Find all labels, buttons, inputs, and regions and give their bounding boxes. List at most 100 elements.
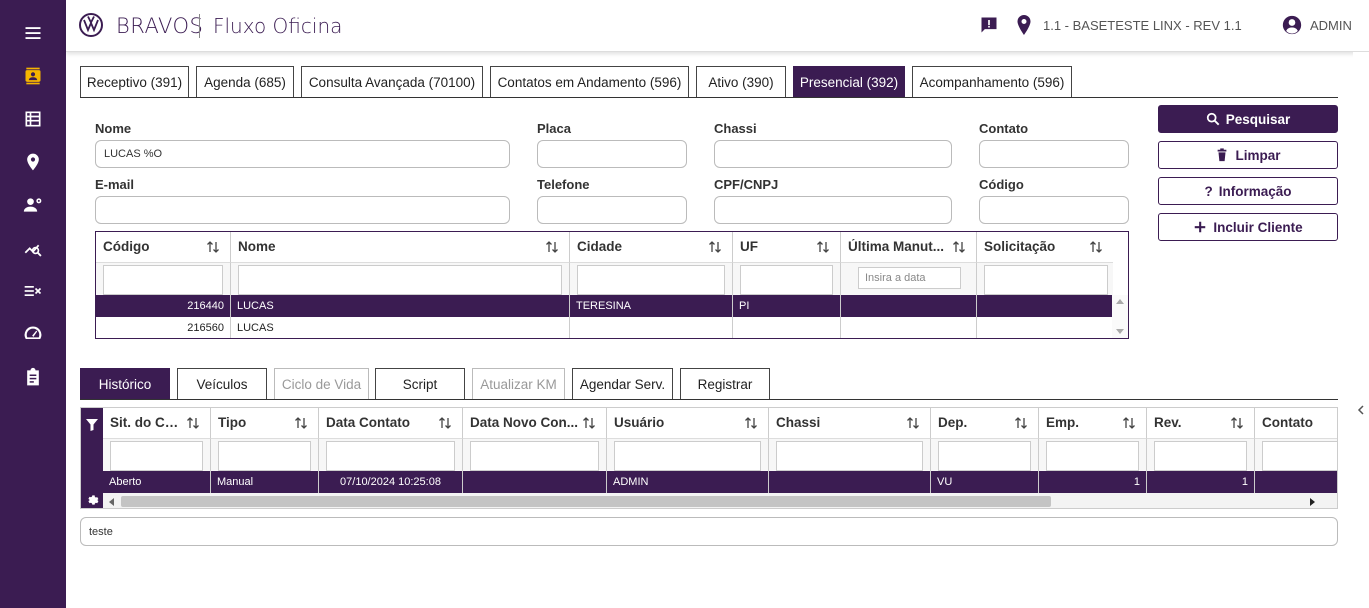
sort-icon[interactable] <box>186 416 200 430</box>
search-button[interactable]: Pesquisar <box>1158 105 1338 133</box>
col-ultima-manut-header[interactable]: Última Manut... <box>841 232 977 262</box>
filter-input[interactable] <box>614 441 761 471</box>
tab-receptivo[interactable]: Receptivo (391) <box>80 66 189 98</box>
rule-icon[interactable] <box>22 280 44 302</box>
chassi-input[interactable] <box>714 140 952 168</box>
codigo-input[interactable] <box>979 196 1129 224</box>
location-text[interactable]: 1.1 - BASETESTE LINX - REV 1.1 <box>1043 18 1242 33</box>
col-uf-header[interactable]: UF <box>733 232 841 262</box>
contato-input[interactable] <box>979 140 1129 168</box>
filter-codigo-input[interactable] <box>103 265 223 295</box>
sort-icon[interactable] <box>1014 416 1028 430</box>
tab-agenda[interactable]: Agenda (685) <box>196 66 294 98</box>
col-codigo-header[interactable]: Código <box>96 232 231 262</box>
horizontal-scrollbar[interactable] <box>103 493 1337 508</box>
contacts-icon[interactable] <box>22 65 44 87</box>
sort-icon[interactable] <box>438 416 452 430</box>
placa-input[interactable] <box>537 140 687 168</box>
sort-icon[interactable] <box>294 416 308 430</box>
tab-ciclo-de-vida[interactable]: Ciclo de Vida <box>274 368 369 400</box>
scroll-right-icon[interactable] <box>1310 498 1315 506</box>
table-row[interactable]: 216560 LUCAS <box>96 317 1113 338</box>
filter-date-input[interactable]: Insira a data <box>858 267 961 289</box>
filter-input[interactable] <box>110 441 203 471</box>
filter-input[interactable] <box>1262 441 1337 471</box>
col-chassi-header[interactable]: Chassi <box>769 408 931 438</box>
chevron-left-icon[interactable] <box>1357 405 1365 415</box>
filter-icon[interactable] <box>86 419 98 431</box>
analytics-icon[interactable] <box>22 237 44 259</box>
tab-consulta-avancada[interactable]: Consulta Avançada (70100) <box>301 66 483 98</box>
sort-icon[interactable] <box>206 240 220 254</box>
clipboard-icon[interactable] <box>22 366 44 388</box>
nome-input[interactable]: LUCAS %O <box>95 140 510 168</box>
sort-icon[interactable] <box>582 416 596 430</box>
filter-input[interactable] <box>218 441 311 471</box>
filter-input[interactable] <box>1046 441 1139 471</box>
email-input[interactable] <box>95 196 510 224</box>
telefone-input[interactable] <box>537 196 687 224</box>
sort-icon[interactable] <box>952 240 966 254</box>
speedometer-icon[interactable] <box>22 323 44 345</box>
vertical-scrollbar[interactable] <box>1112 295 1128 338</box>
col-situacao-header[interactable]: Sit. do Co... <box>103 408 211 438</box>
cpf-cnpj-input[interactable] <box>714 196 952 224</box>
tab-ativo[interactable]: Ativo (390) <box>696 66 786 98</box>
table-icon[interactable] <box>22 108 44 130</box>
sort-icon[interactable] <box>906 416 920 430</box>
sort-icon[interactable] <box>744 416 758 430</box>
col-dep-header[interactable]: Dep. <box>931 408 1039 438</box>
tab-script[interactable]: Script <box>375 368 465 400</box>
sort-icon[interactable] <box>1089 240 1103 254</box>
tab-presencial[interactable]: Presencial (392) <box>793 66 905 98</box>
tab-historico[interactable]: Histórico <box>80 368 170 400</box>
gear-icon[interactable] <box>85 493 99 507</box>
filter-input[interactable] <box>1154 441 1247 471</box>
col-tipo-header[interactable]: Tipo <box>211 408 319 438</box>
sort-icon[interactable] <box>708 240 722 254</box>
user-settings-icon[interactable] <box>22 194 44 216</box>
sort-icon[interactable] <box>1122 416 1136 430</box>
notes-textarea[interactable]: teste <box>80 517 1338 546</box>
filter-nome-input[interactable] <box>238 265 562 295</box>
table-row[interactable]: Aberto Manual 07/10/2024 10:25:08 ADMIN … <box>103 471 1337 493</box>
filter-cidade-input[interactable] <box>577 265 725 295</box>
tab-contatos-andamento[interactable]: Contatos em Andamento (596) <box>490 66 689 98</box>
col-usuario-header[interactable]: Usuário <box>607 408 769 438</box>
tab-atualizar-km[interactable]: Atualizar KM <box>472 368 565 400</box>
col-solicitacao-header[interactable]: Solicitação <box>977 232 1113 262</box>
chat-alert-icon[interactable] <box>979 15 999 35</box>
sort-icon[interactable] <box>545 240 559 254</box>
tab-agendar-serv[interactable]: Agendar Serv. <box>572 368 673 400</box>
tab-acompanhamento[interactable]: Acompanhamento (596) <box>912 66 1072 98</box>
scroll-left-icon[interactable] <box>109 498 114 506</box>
filter-uf-input[interactable] <box>740 265 833 295</box>
col-data-novo-header[interactable]: Data Novo Con... <box>463 408 607 438</box>
menu-icon[interactable] <box>22 22 44 44</box>
table-row[interactable]: 216440 LUCAS TERESINA PI <box>96 295 1113 317</box>
filter-solicitacao-input[interactable] <box>984 265 1108 295</box>
col-cidade-header[interactable]: Cidade <box>570 232 733 262</box>
col-emp-header[interactable]: Emp. <box>1039 408 1147 438</box>
user-name[interactable]: ADMIN <box>1310 18 1352 33</box>
col-nome-header[interactable]: Nome <box>231 232 570 262</box>
scroll-down-icon[interactable] <box>1116 329 1124 334</box>
col-rev-header[interactable]: Rev. <box>1147 408 1255 438</box>
filter-input[interactable] <box>470 441 599 471</box>
clear-button[interactable]: Limpar <box>1158 141 1338 169</box>
filter-input[interactable] <box>938 441 1031 471</box>
user-account-icon[interactable] <box>1282 15 1302 35</box>
sort-icon[interactable] <box>1230 416 1244 430</box>
sort-icon[interactable] <box>816 240 830 254</box>
scroll-thumb[interactable] <box>121 496 1051 507</box>
tab-registrar[interactable]: Registrar <box>680 368 770 400</box>
scroll-up-icon[interactable] <box>1116 299 1124 304</box>
filter-input[interactable] <box>776 441 923 471</box>
col-contato-header[interactable]: Contato <box>1255 408 1337 438</box>
col-data-contato-header[interactable]: Data Contato <box>319 408 463 438</box>
location-icon[interactable] <box>22 151 44 173</box>
tab-veiculos[interactable]: Veículos <box>177 368 267 400</box>
page-scrollbar[interactable] <box>1353 52 1369 608</box>
filter-input[interactable] <box>326 441 455 471</box>
add-client-button[interactable]: Incluir Cliente <box>1158 213 1338 241</box>
